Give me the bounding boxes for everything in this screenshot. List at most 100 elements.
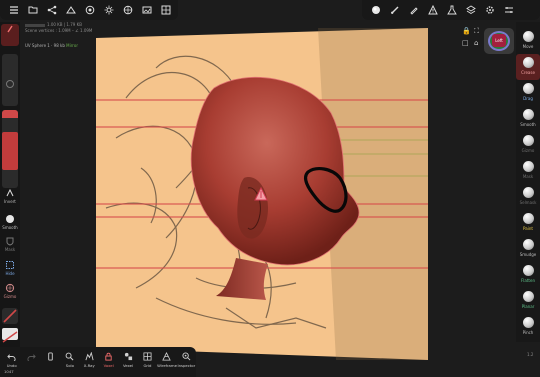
grid-icon[interactable] [156, 1, 175, 19]
mirror-tag: Mirror [66, 43, 78, 48]
radius-knob [6, 80, 14, 88]
viewport[interactable]: 🔒 ⛶ □ ⌂ Left [0, 0, 540, 377]
bottom-button-label: Inspector [177, 363, 196, 368]
memory-bar [25, 23, 45, 27]
flatten-tool-icon [522, 265, 534, 276]
pen-icon[interactable] [404, 1, 423, 19]
scene-stats: 1.00 KB | 1.79 KB Scene vertices : 1.09M… [25, 22, 92, 49]
settings-sun-icon[interactable] [99, 1, 118, 19]
brush-icon[interactable] [385, 1, 404, 19]
flask-icon[interactable] [442, 1, 461, 19]
solo-button[interactable]: Solo [60, 347, 79, 377]
frame-icon[interactable]: □ [462, 39, 469, 47]
selected-object-name: UV Sphere 1 [25, 43, 50, 48]
orientation-gizmo[interactable]: Left [484, 28, 514, 54]
fullscreen-icon[interactable]: ⛶ [474, 27, 479, 36]
smooth-toggle[interactable]: Smooth [0, 214, 20, 230]
reference-image [96, 28, 428, 360]
tool-label: Selmask [519, 200, 537, 205]
home-icon[interactable]: ⌂ [474, 39, 478, 47]
wireframe-icon [162, 352, 172, 361]
share-icon[interactable] [42, 1, 61, 19]
scene-icon[interactable] [61, 1, 80, 19]
tool-smudge[interactable]: Smudge [516, 236, 540, 262]
tool-selmask[interactable]: Selmask [516, 184, 540, 210]
brush-tool-selector[interactable] [1, 24, 19, 46]
settings-icon[interactable] [480, 1, 499, 19]
layers-icon[interactable] [461, 1, 480, 19]
gizmo-label: Gizmo [3, 294, 17, 299]
top-right-toolbar [362, 0, 540, 20]
grid-icon [143, 352, 152, 361]
secondary-color-swatch[interactable] [2, 328, 18, 343]
redo-button[interactable] [21, 347, 40, 377]
tool-label: Crease [521, 70, 535, 75]
smooth-tool-icon [522, 109, 534, 120]
phone-button[interactable] [41, 347, 60, 377]
wireframe-button[interactable]: Wireframe [157, 347, 177, 377]
image-icon[interactable] [137, 1, 156, 19]
material-icon[interactable] [80, 1, 99, 19]
intensity-slider[interactable] [2, 110, 18, 188]
selected-object[interactable]: UV Sphere 1 · 98 kb Mirror [25, 43, 92, 49]
inspector-button[interactable]: Inspector [177, 347, 196, 377]
stats-line-2: Scene vertices : 1.09M – ∠ 1.09M [25, 28, 93, 33]
light-icon[interactable] [118, 1, 137, 19]
smudge-tool-icon [522, 239, 534, 250]
tool-drag[interactable]: Drag [516, 80, 540, 106]
tool-label: Move [522, 44, 534, 49]
tool-label: Planar [521, 304, 535, 309]
x-ray-button[interactable]: X-Ray [80, 347, 99, 377]
search-icon [65, 352, 74, 361]
smooth-label: Smooth [2, 225, 18, 230]
stats-line-1: 1.00 KB | 1.79 KB [47, 22, 82, 27]
tool-panel: Move Crease Drag Smooth Gizmo Mask Selmask Pain… [516, 22, 540, 342]
invert-icon [6, 188, 14, 197]
mask-icon [6, 237, 14, 246]
shapes-icon [124, 352, 132, 361]
planar-tool-icon [522, 291, 534, 302]
voxel-button[interactable]: Voxel [99, 347, 118, 377]
tool-flatten[interactable]: Flatten [516, 262, 540, 288]
tool-smooth[interactable]: Smooth [516, 106, 540, 132]
tool-pinch[interactable]: Pinch [516, 314, 540, 340]
color-picker[interactable] [2, 308, 18, 324]
tool-move[interactable]: Move [516, 28, 540, 54]
menu-icon[interactable] [4, 1, 23, 19]
tool-label: Drag [523, 96, 533, 101]
hide-toggle[interactable]: Hide [0, 260, 20, 276]
tool-paint[interactable]: Paint [516, 210, 540, 236]
lock-icon[interactable]: 🔒 [462, 27, 471, 35]
xray-icon [85, 352, 94, 361]
hide-label: Hide [5, 271, 15, 276]
grid-button[interactable]: Grid [138, 347, 157, 377]
tool-label: Gizmo [521, 148, 535, 153]
mask-label: Mask [4, 247, 16, 252]
swatch-slash-icon [2, 331, 18, 343]
crease-tool-icon [522, 57, 534, 68]
sphere-icon[interactable] [366, 1, 385, 19]
mask-toggle[interactable]: Mask [0, 236, 20, 252]
tool-label: Smudge [519, 252, 537, 257]
tool-gizmo[interactable]: Gizmo [516, 132, 540, 158]
invert-button[interactable]: Invert [0, 188, 20, 204]
folder-icon[interactable] [23, 1, 42, 19]
gizmo-icon [5, 283, 15, 293]
gizmo-toggle[interactable]: Gizmo [0, 283, 20, 299]
bottom-button-label: Solo [65, 363, 74, 368]
gizmo-face-left[interactable]: Left [492, 34, 506, 47]
vexel-button[interactable]: Vexel [118, 347, 137, 377]
tool-label: Smooth [520, 122, 536, 127]
drag-tool-icon [522, 83, 534, 94]
tool-crease[interactable]: Crease [516, 54, 540, 80]
tool-planar[interactable]: Planar [516, 288, 540, 314]
bottom-button-label: X-Ray [83, 363, 95, 368]
warning-icon[interactable] [423, 1, 442, 19]
sliders-icon[interactable] [499, 1, 518, 19]
tool-mask[interactable]: Mask [516, 158, 540, 184]
hide-icon [6, 261, 14, 269]
radius-slider[interactable] [2, 54, 18, 106]
no-color-icon [3, 309, 17, 323]
bottom-button-label: Vexel [122, 363, 134, 368]
move-tool-icon [522, 31, 534, 42]
